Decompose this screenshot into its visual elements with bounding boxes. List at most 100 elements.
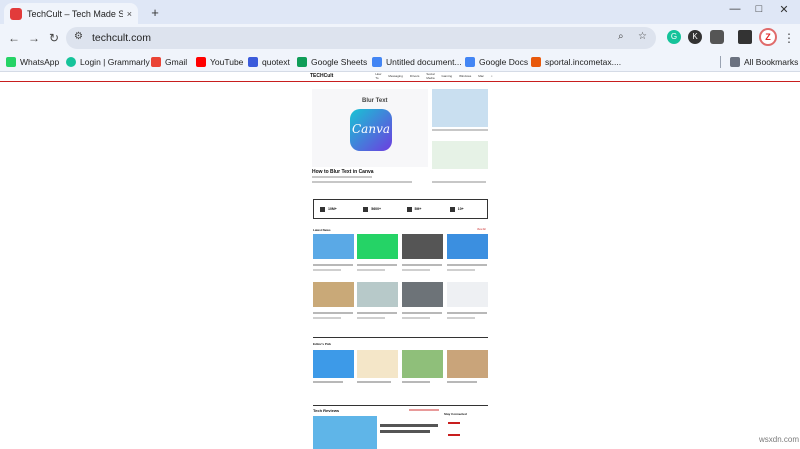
- tab-close-icon[interactable]: ×: [127, 9, 132, 19]
- bookmark-google-sheets[interactable]: Google Sheets: [297, 55, 367, 69]
- news-thumb[interactable]: [447, 282, 488, 307]
- editor-pick-thumb[interactable]: [357, 350, 398, 378]
- zoom-search-icon[interactable]: ⌕: [618, 31, 624, 42]
- google-drive-icon: [372, 57, 382, 67]
- editors-pick-heading: Editor's Pick: [313, 342, 332, 346]
- close-window-button[interactable]: ✕: [776, 3, 792, 19]
- tab-techcult[interactable]: TechCult – Tech Made Simple ×: [4, 3, 138, 24]
- hero-image[interactable]: Blur Text Canva: [312, 89, 428, 167]
- header-divider: [0, 81, 800, 82]
- gmail-icon: [151, 57, 161, 67]
- quotext-icon: [248, 57, 258, 67]
- news-thumb[interactable]: [402, 234, 443, 259]
- editor-pick-thumb[interactable]: [313, 350, 354, 378]
- tab-strip: TechCult – Tech Made Simple × + — □ ✕: [0, 0, 800, 24]
- site-logo[interactable]: TECHCult: [310, 73, 333, 79]
- address-bar[interactable]: ⚙ techcult.com ⌕ ☆: [66, 27, 656, 49]
- news-title[interactable]: [313, 312, 353, 314]
- site-search-icon[interactable]: ⌕: [491, 74, 493, 78]
- view-all-link[interactable]: View All: [477, 228, 486, 231]
- bookmark-incometax-portal[interactable]: sportal.incometax....: [531, 55, 621, 69]
- bookmark-grammarly[interactable]: Login | Grammarly: [66, 55, 150, 69]
- nav-link-social-media[interactable]: Social Media: [426, 72, 434, 80]
- editor-pick-thumb[interactable]: [402, 350, 443, 378]
- news-thumb[interactable]: [402, 282, 443, 307]
- editor-pick-title[interactable]: [402, 381, 430, 383]
- bookmark-untitled-document[interactable]: Untitled document...: [372, 55, 462, 69]
- writers-icon: [449, 206, 455, 212]
- grammarly-extension-icon[interactable]: G: [667, 30, 681, 44]
- news-title[interactable]: [402, 312, 442, 314]
- news-thumb[interactable]: [313, 234, 354, 259]
- hero-article-title[interactable]: How to Blur Text in Canva: [312, 169, 374, 175]
- news-title[interactable]: [313, 264, 353, 266]
- news-title-line: [402, 269, 430, 271]
- reviews-tabs[interactable]: [409, 409, 439, 411]
- editor-pick-title[interactable]: [357, 381, 391, 383]
- review-thumb[interactable]: [313, 416, 377, 449]
- news-thumb[interactable]: [357, 282, 398, 307]
- social-link[interactable]: [448, 422, 460, 424]
- bookmark-quotext[interactable]: quotext: [248, 55, 290, 69]
- forward-button[interactable]: →: [26, 30, 42, 46]
- bookmark-star-icon[interactable]: ☆: [638, 31, 647, 42]
- side-panel-icon[interactable]: [738, 30, 752, 44]
- browser-toolbar: ← → ↻ ⚙ techcult.com ⌕ ☆ G K Z ⋮: [0, 24, 800, 52]
- section-divider: [313, 405, 488, 406]
- hero-meta: [312, 176, 372, 178]
- editor-pick-title[interactable]: [447, 381, 477, 383]
- bookmark-gmail[interactable]: Gmail: [151, 55, 187, 69]
- nav-link-windows[interactable]: Windows: [459, 74, 471, 78]
- grammarly-icon: [66, 57, 76, 67]
- watermark-text: wsxdn.com: [759, 435, 800, 444]
- stat-problems: 5M+: [401, 206, 444, 212]
- bookmark-whatsapp[interactable]: WhatsApp: [6, 55, 59, 69]
- bookmark-google-docs[interactable]: Google Docs: [465, 55, 528, 69]
- news-title[interactable]: [447, 312, 487, 314]
- news-thumb[interactable]: [357, 234, 398, 259]
- profile-avatar[interactable]: Z: [759, 28, 777, 46]
- side-article-image[interactable]: [432, 89, 488, 127]
- nav-link-gaming[interactable]: Gaming: [442, 74, 453, 78]
- editor-pick-thumb[interactable]: [447, 350, 488, 378]
- stat-readers: 10M+: [314, 206, 357, 212]
- stats-banner: 10M+ 5600+ 5M+ 10+: [313, 199, 488, 219]
- news-title-line: [402, 317, 430, 319]
- chatgpt-article-title[interactable]: [432, 181, 486, 183]
- tech-reviews-heading: Tech Reviews: [313, 408, 340, 413]
- news-title[interactable]: [357, 264, 397, 266]
- url-text[interactable]: techcult.com: [92, 32, 151, 44]
- puzzle-extensions-icon[interactable]: [710, 30, 724, 44]
- social-link[interactable]: [448, 434, 460, 436]
- reload-button[interactable]: ↻: [46, 30, 62, 46]
- review-title[interactable]: [380, 424, 438, 427]
- nav-link-drivers[interactable]: Drivers: [410, 74, 420, 78]
- all-bookmarks-button[interactable]: All Bookmarks: [730, 55, 798, 69]
- news-title[interactable]: [357, 312, 397, 314]
- nav-link-mac[interactable]: Mac: [478, 74, 484, 78]
- bookmark-youtube[interactable]: YouTube: [196, 55, 243, 69]
- maximize-button[interactable]: □: [751, 3, 767, 19]
- back-button[interactable]: ←: [6, 30, 22, 46]
- nav-link-messaging[interactable]: Messaging: [388, 74, 403, 78]
- whatsapp-icon: [6, 57, 16, 67]
- latest-news-heading: Latest News: [313, 228, 331, 232]
- problems-icon: [406, 206, 412, 212]
- news-thumb[interactable]: [447, 234, 488, 259]
- review-title-line: [380, 430, 430, 433]
- side-article-title[interactable]: [432, 129, 488, 131]
- news-thumb[interactable]: [313, 282, 354, 307]
- nav-link-how-to[interactable]: How To: [375, 72, 381, 80]
- extension-icon[interactable]: K: [688, 30, 702, 44]
- new-tab-button[interactable]: +: [147, 5, 163, 21]
- site-info-icon[interactable]: ⚙: [74, 31, 83, 42]
- google-sheets-icon: [297, 57, 307, 67]
- minimize-button[interactable]: —: [727, 3, 743, 19]
- techcult-favicon-icon: [10, 7, 22, 20]
- news-title[interactable]: [447, 264, 487, 266]
- news-title[interactable]: [402, 264, 442, 266]
- editor-pick-title[interactable]: [313, 381, 343, 383]
- stat-writers: 10+: [444, 206, 487, 212]
- chatgpt-article-image[interactable]: [432, 141, 488, 169]
- menu-kebab-icon[interactable]: ⋮: [781, 30, 797, 46]
